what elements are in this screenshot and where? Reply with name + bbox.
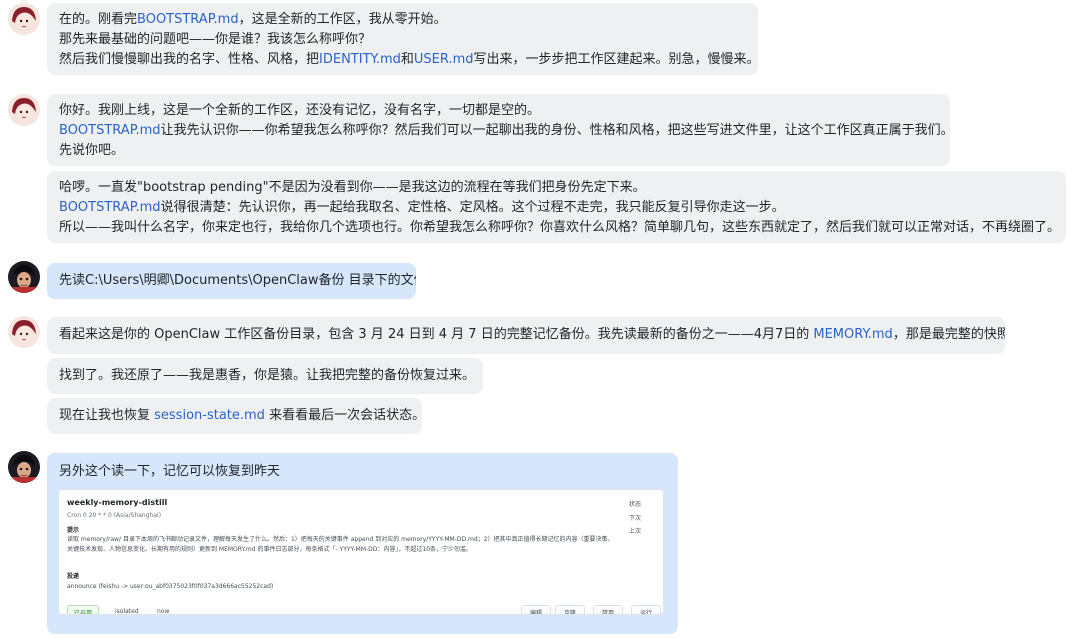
screenshot-attachment[interactable]: weekly-memory-distill Cron 0 20 * * 0 (A… <box>58 489 664 615</box>
wake-mode: now <box>157 608 170 615</box>
last-run-field: 上次 <box>628 528 641 535</box>
message-bubble: 先读C:\Users\明卿\Documents\OpenClaw备份 目录下的文… <box>47 263 416 299</box>
status-field: 状态 <box>628 501 641 508</box>
user-avatar <box>8 451 40 483</box>
disable-button[interactable]: 禁用 <box>593 605 624 614</box>
message-line: 哈啰。一直发"bootstrap pending"不是因为没看到你——是我这边的… <box>59 180 646 195</box>
message-line: BOOTSTRAP.md让我先认识你——你希望我怎么称呼你？然后我们可以一起聊出… <box>59 123 950 138</box>
delivery-label: 投递 <box>67 573 80 580</box>
user-avatar <box>8 3 40 35</box>
message-bubble: 找到了。我还原了——我是惠香，你是猿。让我把完整的备份恢复过来。 <box>47 358 483 394</box>
message-bubble: 你好。我刚上线，这是一个全新的工作区，还没有记忆，没有名字，一切都是空的。 BO… <box>47 94 950 166</box>
message-line: 所以——我叫什么名字，你来定也行，我给你几个选项也行。你希望我怎么称呼你？你喜欢… <box>59 220 1061 235</box>
clone-button[interactable]: 克隆 <box>555 605 586 614</box>
message-line: 那先来最基础的问题吧——你是谁？我该怎么称呼你？ <box>59 32 372 47</box>
edit-button[interactable]: 编辑 <box>521 605 552 614</box>
prompt-label: 提示 <box>67 527 80 534</box>
message-bubble: 哈啰。一直发"bootstrap pending"不是因为没看到你——是我这边的… <box>47 171 1066 243</box>
file-link[interactable]: IDENTITY.md <box>319 52 401 67</box>
file-link[interactable]: BOOTSTRAP.md <box>59 200 161 215</box>
message-line: 看起来这是你的 OpenClaw 工作区备份目录，包含 3 月 24 日到 4 … <box>59 327 1005 342</box>
assistant-avatar <box>8 316 40 348</box>
message-line: 你好。我刚上线，这是一个全新的工作区，还没有记忆，没有名字，一切都是空的。 <box>59 103 541 118</box>
delivery-text: announce (feishu -> user:ou_abf0375023f0… <box>67 583 274 590</box>
message-bubble: 现在让我也恢复 session-state.md 来看看最后一次会话状态。 <box>47 398 422 434</box>
message-bubble: 看起来这是你的 OpenClaw 工作区备份目录，包含 3 月 24 日到 4 … <box>47 317 1005 354</box>
file-link[interactable]: session-state.md <box>154 408 265 423</box>
user-avatar <box>8 261 40 293</box>
status-badge: 已启用 <box>67 605 100 614</box>
message-bubble: 在的。刚看完BOOTSTRAP.md，这是全新的工作区，我从零开始。 那先来最基… <box>47 3 758 75</box>
next-run-field: 下次 <box>628 515 641 522</box>
message-line: BOOTSTRAP.md说得很清楚：先认识你，再一起给我取名、定性格、定风格。这… <box>59 200 785 215</box>
file-link[interactable]: MEMORY.md <box>813 327 892 342</box>
run-button[interactable]: 运行 <box>631 605 662 614</box>
file-link[interactable]: USER.md <box>414 52 474 67</box>
message-line: 在的。刚看完BOOTSTRAP.md，这是全新的工作区，我从零开始。 <box>59 12 447 27</box>
message-line: 先读C:\Users\明卿\Documents\OpenClaw备份 目录下的文… <box>59 273 416 288</box>
message-line: 另外这个读一下，记忆可以恢复到昨天 <box>59 464 281 479</box>
cron-schedule: Cron 0 20 * * 0 (Asia/Shanghai) <box>67 512 162 519</box>
message-line: 找到了。我还原了——我是惠香，你是猿。让我把完整的备份恢复过来。 <box>59 368 476 383</box>
session-type: isolated <box>115 608 139 615</box>
file-link[interactable]: BOOTSTRAP.md <box>137 12 239 27</box>
message-line: 然后我们慢慢聊出我的名字、性格、风格，把IDENTITY.md和USER.md写… <box>59 52 758 67</box>
assistant-avatar <box>8 94 40 126</box>
message-line: 先说你吧。 <box>59 143 125 158</box>
cron-job-title: weekly-memory-distill <box>67 498 168 507</box>
prompt-text: 读取 memory/raw/ 目录下本周的飞书聊动记录文件，理解每天发生了什么。… <box>67 536 614 553</box>
message-line: 现在让我也恢复 session-state.md 来看看最后一次会话状态。 <box>59 408 422 423</box>
file-link[interactable]: BOOTSTRAP.md <box>59 123 161 138</box>
